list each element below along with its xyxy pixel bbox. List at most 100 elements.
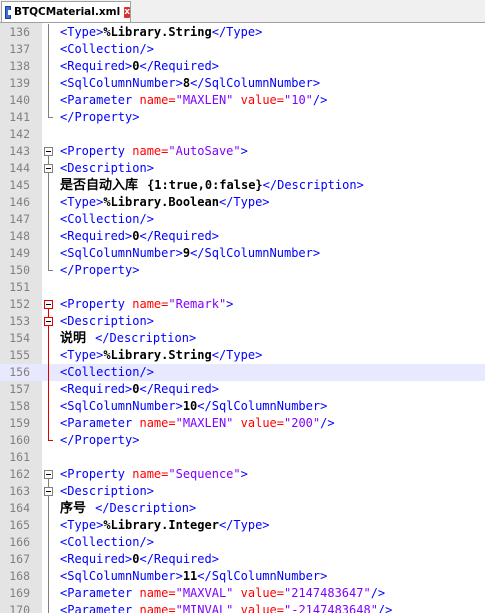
code-line[interactable]: 162 <Property name="Sequence"> — [0, 466, 485, 483]
token-txt: %Library.String — [103, 348, 212, 362]
code-line[interactable]: 138 <Required>0</Required> — [0, 58, 485, 75]
fold-toggle-icon[interactable] — [44, 296, 54, 313]
code-line[interactable]: 150 </Property> — [0, 262, 485, 279]
line-number: 149 — [9, 246, 30, 260]
token-tag: <Description> — [60, 314, 154, 328]
file-save-icon — [5, 5, 13, 19]
code-line[interactable]: 151 — [0, 279, 485, 296]
token-tag: </Type> — [211, 348, 263, 362]
token-tag: <SqlColumnNumber> — [60, 399, 183, 413]
fold-line-icon — [44, 415, 54, 432]
code-line[interactable]: 165 <Type>%Library.Integer</Type> — [0, 517, 485, 534]
token-txt: %Library.Integer — [103, 518, 219, 532]
token-val: "MAXVAL" — [175, 586, 234, 600]
code-line[interactable]: 159 <Parameter name="MAXLEN" value="200"/… — [0, 415, 485, 432]
token-cjk: 序号 — [60, 501, 96, 516]
token-tag: </Property> — [60, 263, 140, 277]
code-text: <Description> — [60, 313, 154, 330]
token-tag: <Type> — [60, 25, 104, 39]
token-txt: 10 — [182, 399, 198, 413]
token-tag: </Property> — [60, 110, 140, 124]
code-line[interactable]: 161 — [0, 449, 485, 466]
fold-toggle-icon[interactable] — [44, 313, 54, 330]
line-number: 157 — [9, 382, 30, 396]
code-line[interactable]: 145 是否自动入库 {1:true,0:false}</Description> — [0, 177, 485, 194]
code-line[interactable]: 158 <SqlColumnNumber>10</SqlColumnNumber> — [0, 398, 485, 415]
token-tag: /> — [377, 603, 393, 613]
code-line[interactable]: 156 <Collection/> — [0, 364, 485, 381]
code-line[interactable]: 160 </Property> — [0, 432, 485, 449]
code-line[interactable]: 141 </Property> — [0, 109, 485, 126]
code-text: 序号 </Description> — [60, 500, 196, 517]
code-line[interactable]: 140 <Parameter name="MAXLEN" value="10"/> — [0, 92, 485, 109]
code-text: <Parameter name="MAXLEN" value="10"/> — [60, 92, 327, 109]
code-text: <Property name="AutoSave"> — [60, 143, 248, 160]
code-line[interactable]: 143 <Property name="AutoSave"> — [0, 143, 485, 160]
token-tag: /> — [370, 586, 386, 600]
line-number: 143 — [9, 144, 30, 158]
token-val: "MAXLEN" — [175, 93, 234, 107]
code-line[interactable]: 168 <SqlColumnNumber>11</SqlColumnNumber> — [0, 568, 485, 585]
code-line[interactable]: 137 <Collection/> — [0, 41, 485, 58]
code-editor[interactable]: 136 <Type>%Library.String</Type> 137 <Colle… — [0, 23, 485, 613]
token-tag: <Collection/> — [60, 212, 154, 226]
fold-line-icon — [44, 364, 54, 381]
line-number: 166 — [9, 535, 30, 549]
line-number: 138 — [9, 59, 30, 73]
token-tag — [233, 93, 240, 107]
line-number: 141 — [9, 110, 30, 124]
code-line[interactable]: 142 — [0, 126, 485, 143]
fold-end-icon — [44, 262, 54, 279]
file-tab-label: BTQCMaterial.xml — [13, 6, 121, 18]
code-line[interactable]: 170 <Parameter name="MINVAL" value="-2147… — [0, 602, 485, 613]
token-attr: name= — [139, 586, 176, 600]
code-line[interactable]: 148 <Required>0</Required> — [0, 228, 485, 245]
code-text: <Collection/> — [60, 41, 154, 58]
code-line[interactable]: 144 <Description> — [0, 160, 485, 177]
token-tag: <Description> — [60, 484, 154, 498]
line-number: 160 — [9, 433, 30, 447]
line-number: 155 — [9, 348, 30, 362]
code-line[interactable]: 152 <Property name="Remark"> — [0, 296, 485, 313]
token-tag: <Parameter — [60, 93, 140, 107]
token-txt: 8 — [182, 76, 191, 90]
code-text: <Property name="Sequence"> — [60, 466, 248, 483]
code-line[interactable]: 164 序号 </Description> — [0, 500, 485, 517]
code-text: <SqlColumnNumber>10</SqlColumnNumber> — [60, 398, 327, 415]
code-line[interactable]: 153 <Description> — [0, 313, 485, 330]
token-tag: <SqlColumnNumber> — [60, 76, 183, 90]
code-line[interactable]: 169 <Parameter name="MAXVAL" value="21474… — [0, 585, 485, 602]
code-line[interactable]: 146 <Type>%Library.Boolean</Type> — [0, 194, 485, 211]
token-attr: name= — [139, 93, 176, 107]
code-line[interactable]: 147 <Collection/> — [0, 211, 485, 228]
token-tag: </Description> — [262, 178, 364, 192]
code-text: </Property> — [60, 262, 139, 279]
code-text: <Required>0</Required> — [60, 58, 219, 75]
token-tag: </Required> — [139, 229, 219, 243]
code-line[interactable]: 154 说明 </Description> — [0, 330, 485, 347]
line-number: 148 — [9, 229, 30, 243]
code-line[interactable]: 155 <Type>%Library.String</Type> — [0, 347, 485, 364]
close-icon[interactable]: x — [124, 6, 130, 18]
code-line[interactable]: 167 <Required>0</Required> — [0, 551, 485, 568]
token-tag: <Description> — [60, 161, 154, 175]
fold-toggle-icon[interactable] — [44, 466, 54, 483]
code-line[interactable]: 163 <Description> — [0, 483, 485, 500]
code-line[interactable]: 166 <Collection/> — [0, 534, 485, 551]
fold-line-icon — [44, 177, 54, 194]
code-line[interactable]: 157 <Required>0</Required> — [0, 381, 485, 398]
file-tab[interactable]: BTQCMaterial.xml x — [1, 1, 131, 22]
fold-toggle-icon[interactable] — [44, 143, 54, 160]
token-tag — [233, 416, 240, 430]
token-attr: name= — [132, 297, 169, 311]
code-line[interactable]: 149 <SqlColumnNumber>9</SqlColumnNumber> — [0, 245, 485, 262]
token-tag: <Property — [60, 297, 133, 311]
token-tag: </Type> — [211, 25, 263, 39]
code-line[interactable]: 139 <SqlColumnNumber>8</SqlColumnNumber> — [0, 75, 485, 92]
code-line[interactable]: 136 <Type>%Library.String</Type> — [0, 24, 485, 41]
fold-toggle-icon[interactable] — [44, 160, 54, 177]
token-tag: </Description> — [95, 331, 197, 345]
fold-line-icon — [44, 381, 54, 398]
fold-line-icon — [44, 228, 54, 245]
fold-toggle-icon[interactable] — [44, 483, 54, 500]
